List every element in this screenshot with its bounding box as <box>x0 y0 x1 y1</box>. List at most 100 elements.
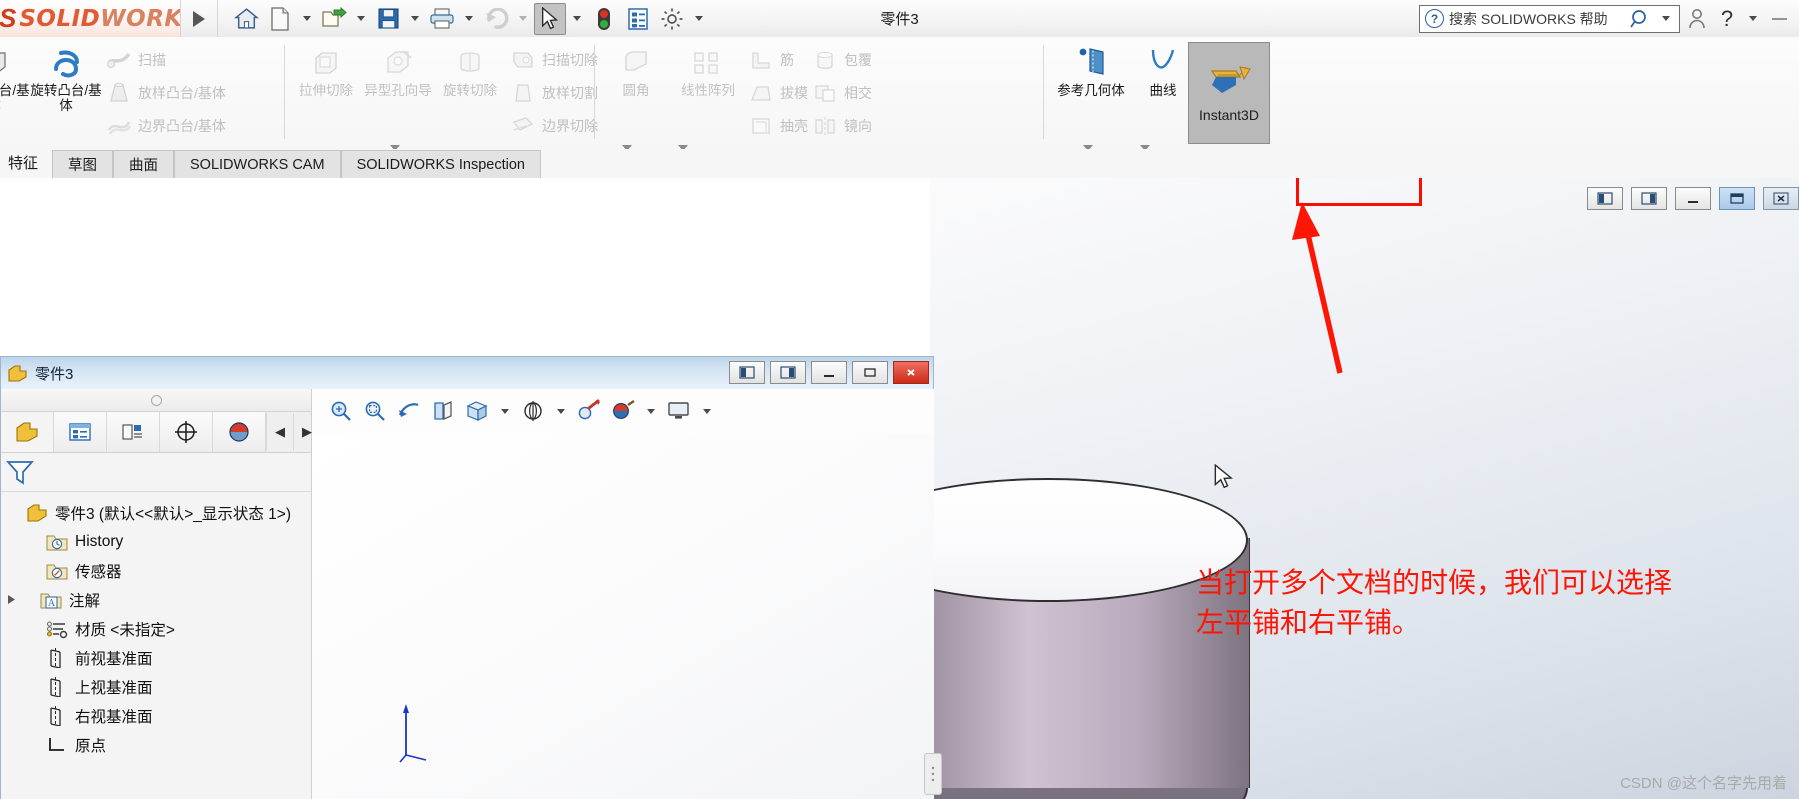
tree-item-annotations[interactable]: A 注解 <box>5 585 311 614</box>
ribbon-button-intersect[interactable]: 相交 <box>808 76 872 109</box>
ribbon-button-extrude-boss[interactable]: 拉伸凸台/基体 <box>0 37 30 113</box>
help-search-box[interactable]: ? 搜索 SOLIDWORKS 帮助 <box>1419 4 1680 33</box>
restore-button[interactable] <box>852 361 888 384</box>
help-icon[interactable]: ? <box>1714 6 1740 32</box>
tile-right-button[interactable] <box>1631 186 1667 210</box>
rebuild-icon[interactable] <box>588 3 620 35</box>
filter-funnel-icon[interactable] <box>5 458 35 486</box>
document-canvas[interactable] <box>312 433 942 799</box>
view-orientation-icon[interactable] <box>462 396 492 426</box>
user-icon[interactable] <box>1684 6 1710 32</box>
tab-solidworks-inspection[interactable]: SOLIDWORKS Inspection <box>340 150 541 178</box>
zoom-to-fit-icon[interactable] <box>326 396 356 426</box>
select-dropdown-icon[interactable] <box>573 16 581 21</box>
tree-item-sensors[interactable]: 传感器 <box>5 556 311 585</box>
ribbon-button-reference-geometry[interactable]: 参考几何体 <box>1055 37 1127 98</box>
panel-splitter[interactable] <box>1 389 311 412</box>
print-icon[interactable] <box>426 3 458 35</box>
minimize-button[interactable] <box>811 361 847 384</box>
previous-view-icon[interactable] <box>394 396 424 426</box>
edit-appearance-icon[interactable] <box>608 396 638 426</box>
ribbon-button-revolve-boss[interactable]: 旋转凸台/基体 <box>30 37 102 113</box>
tree-prev-button[interactable]: ◀ <box>266 413 293 451</box>
tree-filter-row[interactable] <box>1 453 311 492</box>
configuration-manager-tab[interactable] <box>107 412 160 452</box>
display-manager-tab[interactable] <box>213 412 266 452</box>
ribbon-button-sweep-cut[interactable]: 扫描切除 <box>506 43 598 76</box>
appearance-dropdown-icon[interactable] <box>647 408 655 414</box>
tree-item-origin[interactable]: 原点 <box>5 730 311 759</box>
ribbon-button-boundary-cut[interactable]: 边界切除 <box>506 109 598 142</box>
menu-expand-button[interactable] <box>181 0 218 37</box>
new-document-dropdown-icon[interactable] <box>303 16 311 21</box>
ribbon-button-loft-boss[interactable]: 放样凸台/基体 <box>102 76 226 109</box>
mirror-icon <box>812 114 838 138</box>
save-dropdown-icon[interactable] <box>411 16 419 21</box>
tree-item-right-plane[interactable]: 右视基准面 <box>5 701 311 730</box>
ribbon-button-loft-cut[interactable]: 放样切割 <box>506 76 598 109</box>
hide-show-icon[interactable] <box>574 396 604 426</box>
search-dropdown-icon[interactable] <box>1662 16 1670 21</box>
select-cursor-icon[interactable] <box>534 2 566 35</box>
save-icon[interactable] <box>372 3 404 35</box>
tile-right-button[interactable] <box>770 361 806 384</box>
tree-item-history[interactable]: History <box>5 527 311 556</box>
new-document-icon[interactable] <box>264 3 296 35</box>
options-dropdown-icon[interactable] <box>695 16 703 21</box>
ribbon-button-shell[interactable]: 抽壳 <box>744 109 808 142</box>
close-button[interactable] <box>893 361 929 384</box>
gear-icon[interactable] <box>656 3 688 35</box>
ribbon-button-draft[interactable]: 拔模 <box>744 76 808 109</box>
minimize-button[interactable] <box>1675 186 1711 210</box>
ribbon-button-hole-wizard[interactable]: 异型孔向导 <box>362 37 434 98</box>
tab-solidworks-cam[interactable]: SOLIDWORKS CAM <box>174 150 341 178</box>
view-settings-icon[interactable] <box>664 396 694 426</box>
open-dropdown-icon[interactable] <box>357 16 365 21</box>
solidworks-logo[interactable]: DS SOLIDWORKS <box>0 0 181 37</box>
document-title-bar[interactable]: 零件3 <box>1 357 933 389</box>
tree-item-material[interactable]: 材质 <未指定> <box>5 614 311 643</box>
tree-expander-icon[interactable] <box>5 594 17 605</box>
tile-left-button[interactable] <box>1587 186 1623 210</box>
dimxpert-manager-tab[interactable] <box>160 412 213 452</box>
tab-sketch[interactable]: 草图 <box>52 150 114 178</box>
instant3d-button[interactable]: Instant3D <box>1188 42 1270 144</box>
ribbon-button-revolve-cut[interactable]: 旋转切除 <box>434 37 506 98</box>
restore-button[interactable] <box>1719 186 1755 210</box>
undo-icon[interactable] <box>480 3 512 35</box>
home-icon[interactable] <box>230 3 262 35</box>
tab-surfaces[interactable]: 曲面 <box>113 150 175 178</box>
help-dropdown-icon[interactable] <box>1749 16 1757 21</box>
options-list-icon[interactable] <box>622 3 654 35</box>
ribbon-button-linear-pattern[interactable]: 线性阵列 <box>672 37 744 98</box>
tile-left-button[interactable] <box>729 361 765 384</box>
revolve-cut-icon <box>454 45 486 81</box>
ribbon-label: 边界切除 <box>542 117 598 134</box>
view-settings-dropdown-icon[interactable] <box>703 408 711 414</box>
print-dropdown-icon[interactable] <box>465 16 473 21</box>
tree-item-top-plane[interactable]: 上视基准面 <box>5 672 311 701</box>
open-folder-icon[interactable] <box>318 3 350 35</box>
tree-item-part[interactable]: 零件3 (默认<<默认>_显示状态 1>) <box>5 498 311 527</box>
ribbon-button-extrude-cut[interactable]: 拉伸切除 <box>290 37 362 98</box>
display-style-icon[interactable] <box>518 396 548 426</box>
close-button[interactable] <box>1763 186 1799 210</box>
view-orientation-dropdown-icon[interactable] <box>501 408 509 414</box>
display-style-dropdown-icon[interactable] <box>557 408 565 414</box>
ribbon-button-wrap[interactable]: 包覆 <box>808 43 872 76</box>
ribbon-button-rib[interactable]: 筋 <box>744 43 808 76</box>
minimize-window-button[interactable]: — <box>1766 10 1793 27</box>
property-manager-tab[interactable] <box>54 412 107 452</box>
feature-manager-tab[interactable] <box>1 412 54 452</box>
undo-dropdown-icon[interactable] <box>519 16 527 21</box>
panel-resize-grip[interactable] <box>924 753 942 795</box>
tab-features-label[interactable]: 特征 <box>0 152 52 178</box>
tree-item-front-plane[interactable]: 前视基准面 <box>5 643 311 672</box>
zoom-to-area-icon[interactable] <box>360 396 390 426</box>
ribbon-button-mirror[interactable]: 镜向 <box>808 109 872 142</box>
ribbon-button-fillet[interactable]: 圆角 <box>600 37 672 98</box>
section-view-icon[interactable] <box>428 396 458 426</box>
search-icon[interactable] <box>1630 9 1652 29</box>
ribbon-button-sweep[interactable]: 扫描 <box>102 43 226 76</box>
ribbon-button-boundary-boss[interactable]: 边界凸台/基体 <box>102 109 226 142</box>
